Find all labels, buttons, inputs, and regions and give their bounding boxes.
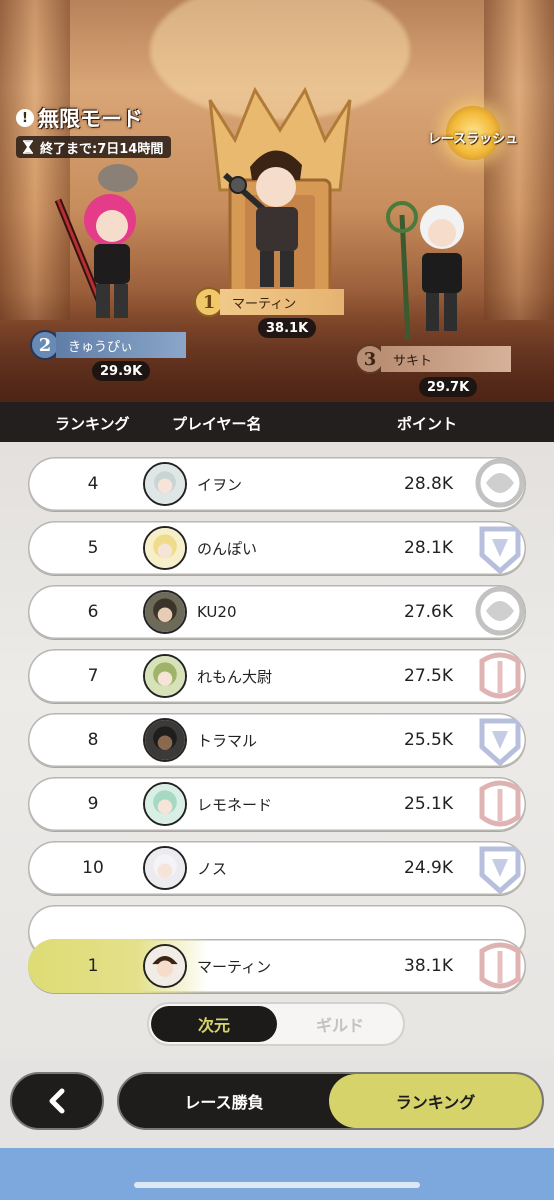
podium-rank-3-score: 29.7K	[419, 377, 478, 397]
back-button[interactable]	[10, 1072, 104, 1130]
header-player: プレイヤー名	[172, 415, 262, 433]
podium-rank-1-plate[interactable]: 1 マーティン	[194, 287, 344, 317]
guild-emblem-icon	[475, 458, 525, 508]
player-avatar[interactable]	[143, 590, 187, 634]
row-points: 28.8K	[404, 474, 453, 494]
bottom-bar: レース勝負 ランキング	[0, 1060, 554, 1148]
podium-rank-3-name: サキト	[381, 346, 511, 372]
ranking-row[interactable]: 5 のんぽい 28.1K	[28, 521, 526, 575]
row-rank: 10	[82, 858, 104, 878]
exclamation-circle-icon[interactable]: !	[16, 109, 34, 127]
scope-toggle[interactable]: 次元 ギルド	[147, 1002, 405, 1046]
my-player-avatar[interactable]	[143, 944, 187, 988]
tab-ranking[interactable]: ランキング	[329, 1074, 542, 1128]
character-rank-3-avatar[interactable]	[372, 195, 482, 345]
my-ranking-row[interactable]: 1 マーティン 38.1K	[28, 939, 526, 993]
podium-rank-3-plate[interactable]: 3 サキト	[355, 344, 511, 374]
player-avatar[interactable]	[143, 782, 187, 826]
mode-tabbar: レース勝負 ランキング	[117, 1072, 544, 1130]
scope-dimension-button[interactable]: 次元	[151, 1006, 277, 1042]
guild-emblem-icon	[479, 846, 521, 895]
ranking-row[interactable]: 8 トラマル 25.5K	[28, 713, 526, 767]
guild-emblem-icon	[479, 942, 521, 989]
podium-rank-2-score: 29.9K	[92, 361, 151, 381]
guild-emblem-icon	[479, 526, 521, 575]
pillar-right	[484, 0, 554, 320]
player-avatar[interactable]	[143, 654, 187, 698]
ranking-table-header: ランキング プレイヤー名 ポイント	[0, 402, 554, 442]
row-points: 24.9K	[404, 858, 453, 878]
my-row-player-name: マーティン	[197, 957, 272, 976]
scope-guild-button[interactable]: ギルド	[277, 1006, 403, 1042]
mode-title: ! 無限モード	[16, 103, 143, 133]
header-points: ポイント	[397, 415, 458, 433]
mode-title-text: 無限モード	[38, 107, 143, 131]
mode-timer: 終了まで:7日14時間	[16, 136, 172, 158]
row-rank: 4	[87, 474, 99, 494]
guild-emblem-icon	[479, 652, 521, 699]
player-avatar[interactable]	[143, 526, 187, 570]
character-rank-1-avatar[interactable]	[220, 135, 330, 295]
row-rank: 5	[87, 538, 99, 558]
mode-timer-text: 終了まで:7日14時間	[40, 141, 164, 157]
row-player-name: KU20	[197, 603, 237, 621]
chevron-left-icon	[49, 1088, 65, 1114]
tab-race[interactable]: レース勝負	[119, 1074, 329, 1128]
guild-emblem-icon	[479, 780, 521, 827]
player-avatar[interactable]	[143, 718, 187, 762]
ranking-row[interactable]: 4 イヲン 28.8K	[28, 457, 526, 511]
ranking-row[interactable]: 9 レモネード 25.1K	[28, 777, 526, 831]
row-points: 27.6K	[404, 602, 453, 622]
row-player-name: のんぽい	[197, 539, 258, 558]
podium-hero: ! 無限モード 終了まで:7日14時間 レースラッシュ 1 マーティン 38.1…	[0, 0, 554, 402]
guild-emblem-icon	[475, 586, 525, 636]
row-rank: 7	[87, 666, 99, 686]
podium-rank-1-score: 38.1K	[258, 318, 317, 338]
my-row-points: 38.1K	[404, 956, 453, 976]
podium-rank-2-name: きゅうぴぃ	[56, 332, 186, 358]
player-avatar[interactable]	[143, 462, 187, 506]
row-rank: 6	[87, 602, 99, 622]
row-points: 27.5K	[404, 666, 453, 686]
ranking-row[interactable]: 7 れもん大尉 27.5K	[28, 649, 526, 703]
row-points: 25.1K	[404, 794, 453, 814]
row-rank: 8	[87, 730, 99, 750]
row-player-name: イヲン	[197, 475, 243, 494]
character-rank-2-avatar[interactable]	[48, 160, 158, 330]
footer-strip	[0, 1148, 554, 1200]
race-rush-label[interactable]: レースラッシュ	[420, 128, 526, 147]
podium-rank-2-plate[interactable]: 2 きゅうぴぃ	[30, 330, 186, 360]
row-player-name: ノス	[197, 859, 228, 878]
my-row-rank: 1	[87, 956, 99, 976]
hourglass-icon	[23, 140, 33, 154]
podium-rank-1-name: マーティン	[220, 289, 344, 315]
row-points: 28.1K	[404, 538, 453, 558]
player-avatar[interactable]	[143, 846, 187, 890]
ranking-list[interactable]: 4 イヲン 28.8K 5 のんぽい 28.1K 6 KU20 27.6K 7 …	[0, 442, 554, 1060]
header-rank: ランキング	[55, 415, 130, 433]
row-player-name: トラマル	[197, 731, 258, 750]
ranking-row[interactable]: 10 ノス 24.9K	[28, 841, 526, 895]
home-indicator[interactable]	[134, 1182, 420, 1188]
ranking-row[interactable]: 6 KU20 27.6K	[28, 585, 526, 639]
row-player-name: れもん大尉	[197, 667, 273, 686]
row-points: 25.5K	[404, 730, 453, 750]
row-rank: 9	[87, 794, 99, 814]
guild-emblem-icon	[479, 718, 521, 767]
row-player-name: レモネード	[197, 795, 273, 814]
